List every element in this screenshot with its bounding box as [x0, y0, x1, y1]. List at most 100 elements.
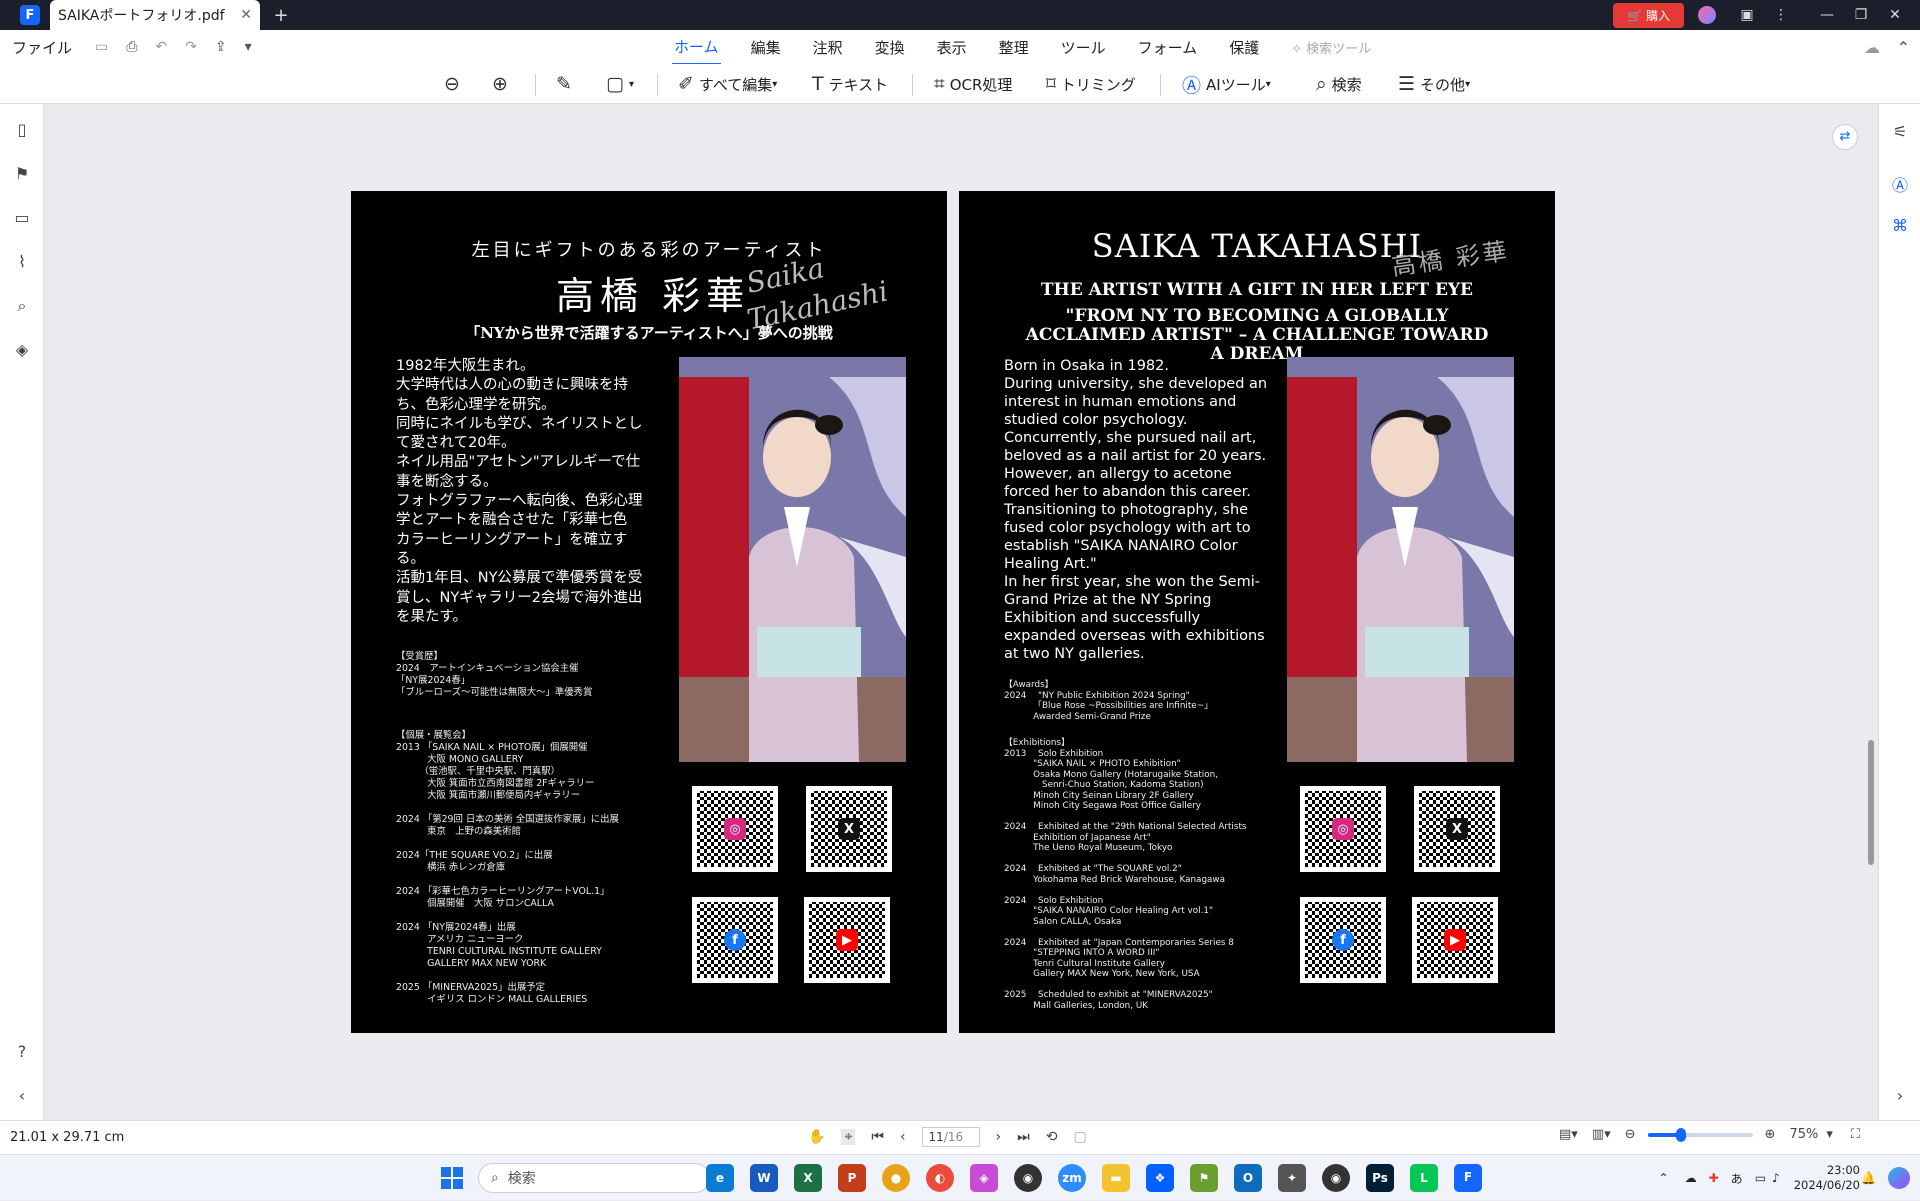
page-thumbnail-icon[interactable]: ▯ [12, 120, 32, 140]
avatar[interactable] [1698, 6, 1716, 24]
tray-chevron-icon[interactable]: ⌃ [1659, 1171, 1669, 1185]
comment-icon[interactable]: ▭ [12, 208, 32, 228]
edit-all-button[interactable]: ✐ すべて編集 ▾ [678, 70, 777, 98]
zoom-in-button[interactable]: ⊕ [492, 70, 513, 98]
customize-dropdown-icon[interactable]: ▾ [245, 39, 252, 55]
properties-icon[interactable]: ⚟ [1890, 122, 1910, 142]
select-tool-icon[interactable]: ⌖ [841, 1129, 856, 1145]
onedrive-icon[interactable]: ☁ [1685, 1171, 1697, 1185]
qr-x-en[interactable]: X [1414, 786, 1500, 872]
view-mode-icon[interactable]: ▥▾ [1592, 1127, 1611, 1142]
photos-icon[interactable]: ◈ [970, 1164, 998, 1192]
menu-tools[interactable]: ツール [1059, 31, 1108, 64]
qr-x[interactable]: X [806, 786, 892, 872]
restore-icon[interactable]: ❐ [1844, 7, 1878, 23]
page-number-input[interactable]: 11/16 [921, 1127, 980, 1147]
windows-start-icon[interactable] [440, 1166, 464, 1190]
menu-forms[interactable]: フォーム [1136, 31, 1200, 64]
attachment-icon[interactable]: ⌇ [12, 252, 32, 272]
menu-convert[interactable]: 変換 [873, 31, 907, 64]
app-green-icon[interactable]: ⚑ [1190, 1164, 1218, 1192]
qr-instagram-en[interactable]: ◎ [1300, 786, 1386, 872]
message-icon[interactable]: ▣ [1730, 7, 1764, 23]
zoom-app-icon[interactable]: zm [1058, 1164, 1086, 1192]
vertical-scrollbar[interactable] [1868, 740, 1874, 865]
qr-instagram[interactable]: ◎ [692, 786, 778, 872]
new-tab-button[interactable]: + [266, 0, 296, 30]
photoshop-icon[interactable]: Ps [1366, 1164, 1394, 1192]
menu-edit[interactable]: 編集 [749, 31, 783, 64]
fullscreen-icon[interactable]: ⛶ [1851, 1127, 1860, 1142]
outlook-icon[interactable]: O [1234, 1164, 1262, 1192]
next-page-icon[interactable]: › [996, 1129, 1002, 1145]
cloud-upload-icon[interactable]: ☁ [1864, 38, 1880, 57]
app-red-icon[interactable]: ◐ [926, 1164, 954, 1192]
minimize-icon[interactable]: — [1810, 7, 1844, 23]
volume-icon[interactable]: ♪ [1772, 1171, 1780, 1185]
menu-protect[interactable]: 保護 [1227, 31, 1261, 64]
expand-right-icon[interactable]: › [1890, 1086, 1910, 1106]
qr-facebook[interactable]: f [692, 897, 778, 983]
zoom-out-status-icon[interactable]: ⊖ [1625, 1127, 1636, 1142]
last-page-icon[interactable]: ⏭ [1017, 1129, 1030, 1145]
ocr-button[interactable]: ⌗ OCR処理 [934, 70, 1012, 98]
page-layout-icon[interactable]: ▤▾ [1559, 1127, 1578, 1142]
dropbox-icon[interactable]: ❖ [1146, 1164, 1174, 1192]
zoom-slider[interactable] [1647, 1127, 1753, 1142]
file-menu[interactable]: ファイル [12, 37, 72, 58]
more-button[interactable]: ☰ その他 ▾ [1398, 70, 1470, 98]
prev-page-icon[interactable]: ‹ [900, 1129, 906, 1145]
ime-indicator[interactable]: あ [1731, 1170, 1743, 1187]
word-icon[interactable]: W [750, 1164, 778, 1192]
trim-button[interactable]: ⌑ トリミング [1046, 70, 1136, 98]
copilot-icon[interactable] [1888, 1167, 1910, 1189]
shape-button[interactable]: ▢ ▾ [606, 70, 634, 98]
app-gray-icon[interactable]: ✦ [1278, 1164, 1306, 1192]
powerpoint-icon[interactable]: P [838, 1164, 866, 1192]
edge-icon[interactable]: e [706, 1164, 734, 1192]
excel-icon[interactable]: X [794, 1164, 822, 1192]
line-icon[interactable]: L [1410, 1164, 1438, 1192]
menu-organize[interactable]: 整理 [997, 31, 1031, 64]
network-icon[interactable]: ▭ [1755, 1171, 1766, 1185]
tray-app-icon[interactable]: ✚ [1709, 1171, 1719, 1185]
collapse-ribbon-icon[interactable]: ⌃ [1897, 38, 1910, 57]
close-window-icon[interactable]: ✕ [1878, 7, 1912, 23]
buy-button[interactable]: 🛒 購入 [1613, 2, 1684, 28]
search-button[interactable]: ⌕ 検索 [1316, 70, 1362, 98]
app-dark-icon[interactable]: ◉ [1014, 1164, 1042, 1192]
qr-youtube-en[interactable]: ▶ [1412, 897, 1498, 983]
file-explorer-icon[interactable]: ▬ [1102, 1164, 1130, 1192]
document-tab[interactable]: SAIKAポートフォリオ.pdf ✕ [50, 0, 260, 30]
qr-facebook-en[interactable]: f [1300, 897, 1386, 983]
print-icon[interactable]: ⎙ [126, 39, 137, 55]
float-translate-icon[interactable]: ⇄ [1832, 124, 1858, 150]
zoom-in-status-icon[interactable]: ⊕ [1765, 1127, 1776, 1142]
layers-icon[interactable]: ◈ [12, 340, 32, 360]
first-page-icon[interactable]: ⏮ [871, 1129, 884, 1145]
collapse-sidebar-icon[interactable]: ‹ [12, 1086, 32, 1106]
app-dark2-icon[interactable]: ◉ [1322, 1164, 1350, 1192]
pdfelement-icon[interactable]: F [1454, 1164, 1482, 1192]
help-icon[interactable]: ? [12, 1042, 32, 1062]
clock[interactable]: 23:00 2024/06/20 [1794, 1163, 1860, 1193]
notification-bell-icon[interactable]: 🔔 [1861, 1171, 1876, 1185]
taskbar-search[interactable]: ⌕ 検索 [478, 1163, 710, 1193]
qr-youtube[interactable]: ▶ [804, 897, 890, 983]
chrome-icon[interactable]: ● [882, 1164, 910, 1192]
menu-home[interactable]: ホーム [672, 30, 721, 65]
menu-view[interactable]: 表示 [935, 31, 969, 64]
hand-tool-icon[interactable]: ✋ [808, 1129, 825, 1145]
menu-annotate[interactable]: 注釈 [811, 31, 845, 64]
text-button[interactable]: T テキスト [812, 70, 888, 98]
close-tab-icon[interactable]: ✕ [240, 7, 252, 23]
search-panel-icon[interactable]: ⌕ [12, 296, 32, 316]
translate-icon[interactable]: ⌘ [1890, 216, 1910, 236]
undo-icon[interactable]: ↶ [155, 39, 167, 55]
save-icon[interactable]: ▭ [95, 39, 108, 55]
zoom-dropdown-icon[interactable]: ▾ [1826, 1127, 1833, 1142]
fit-page-icon[interactable]: ▢ [1074, 1129, 1087, 1145]
ai-tools-button[interactable]: Ⓐ AIツール ▾ [1182, 70, 1271, 98]
more-vertical-icon[interactable]: ⋮ [1764, 7, 1798, 23]
highlight-button[interactable]: ✎ [556, 70, 577, 98]
